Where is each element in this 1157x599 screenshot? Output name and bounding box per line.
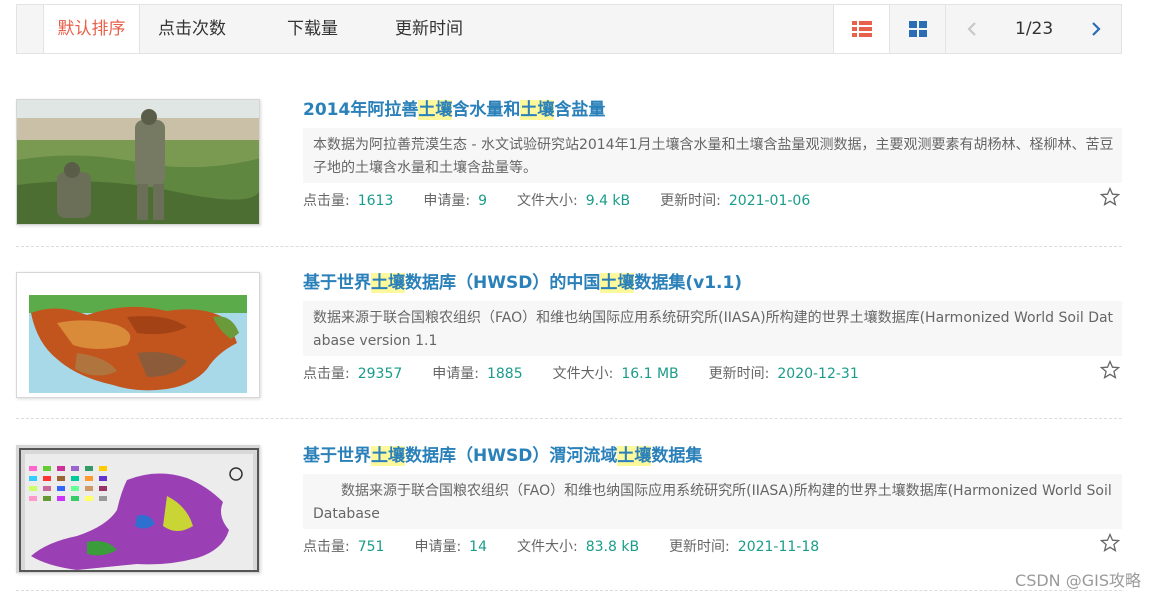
title-text: 数据集 (651, 446, 703, 466)
requests-label: 申请量: (432, 366, 479, 382)
clicks-label: 点击量: (303, 193, 350, 209)
title-text: 2014年阿拉善 (303, 100, 419, 120)
size-value: 9.4 kB (585, 193, 631, 209)
favorite-star-icon[interactable] (1100, 533, 1120, 553)
item-description: 数据来源于联合国粮农组织（FAO）和维也纳国际应用系统研究所(IIASA)所构建… (303, 474, 1122, 529)
requests-label: 申请量: (414, 539, 462, 555)
list-view-button[interactable] (833, 5, 889, 53)
item-title[interactable]: 基于世界土壤数据库（HWSD）渭河流域土壤数据集 (303, 445, 702, 467)
clicks-value: 29357 (357, 366, 403, 382)
title-text: 数据库（HWSD）渭河流域 (405, 446, 618, 466)
title-text: 基于世界 (303, 446, 371, 466)
size-value: 16.1 MB (621, 366, 679, 382)
requests-value: 1885 (486, 366, 523, 382)
item-description: 本数据为阿拉善荒漠生态 - 水文试验研究站2014年1月土壤含水量和土壤含盐量观… (303, 128, 1122, 183)
watermark-text: CSDN @GIS攻略 (1015, 571, 1141, 590)
field-photo-image (17, 100, 259, 224)
favorite-star-icon[interactable] (1100, 360, 1120, 380)
china-soil-map-image (17, 273, 259, 397)
sort-downloads[interactable]: 下载量 (275, 5, 350, 53)
sort-clicks[interactable]: 点击次数 (147, 5, 237, 53)
title-text: 含盐量 (554, 100, 606, 120)
updated-label: 更新时间: (669, 539, 730, 555)
sort-default[interactable]: 默认排序 (43, 5, 140, 53)
chevron-left-icon (967, 22, 976, 36)
size-value: 83.8 kB (585, 539, 640, 555)
title-text: 数据库（HWSD）的中国 (405, 273, 601, 293)
title-highlight: 土壤 (520, 100, 555, 120)
chevron-right-icon (1092, 22, 1101, 36)
sort-update-time[interactable]: 更新时间 (389, 5, 469, 53)
grid-view-icon (908, 21, 927, 37)
clicks-label: 点击量: (303, 366, 350, 382)
title-text: 含水量和 (452, 100, 521, 120)
title-text: 数据集(v1.1) (634, 273, 743, 293)
item-thumbnail[interactable] (16, 272, 260, 398)
updated-value: 2021-01-06 (728, 193, 811, 209)
page-indicator: 1/23 (1015, 19, 1054, 39)
clicks-value: 751 (357, 539, 385, 555)
item-meta: 点击量: 1613 申请量: 9 文件大小: 9.4 kB 更新时间: 2021-01-… (303, 190, 840, 210)
item-divider (16, 590, 1122, 591)
list-item: 2014年阿拉善土壤含水量和土壤含盐量 本数据为阿拉善荒漠生态 - 水文试验研究… (16, 99, 1122, 229)
list-view-icon (851, 21, 872, 37)
requests-value: 9 (478, 193, 487, 209)
title-highlight: 土壤 (617, 446, 652, 466)
requests-label: 申请量: (423, 193, 471, 209)
clicks-label: 点击量: (303, 539, 350, 555)
title-highlight: 土壤 (418, 100, 453, 120)
weihe-soil-map-image (17, 446, 259, 572)
updated-value: 2020-12-31 (777, 366, 859, 382)
item-title[interactable]: 2014年阿拉善土壤含水量和土壤含盐量 (303, 99, 605, 121)
title-text: 基于世界 (303, 273, 371, 293)
title-highlight: 土壤 (371, 273, 405, 293)
item-thumbnail[interactable] (16, 99, 260, 225)
next-page-button[interactable] (1081, 5, 1111, 53)
requests-value: 14 (469, 539, 487, 555)
item-meta: 点击量: 29357 申请量: 1885 文件大小: 16.1 MB 更新时间: 202… (303, 363, 889, 383)
updated-label: 更新时间: (708, 366, 770, 382)
item-title[interactable]: 基于世界土壤数据库（HWSD）的中国土壤数据集(v1.1) (303, 272, 742, 294)
item-divider (16, 418, 1122, 419)
favorite-star-icon[interactable] (1100, 187, 1120, 207)
item-description: 数据来源于联合国粮农组织（FAO）和维也纳国际应用系统研究所(IIASA)所构建… (303, 301, 1122, 356)
list-item: 基于世界土壤数据库（HWSD）渭河流域土壤数据集 数据来源于联合国粮农组织（FA… (16, 445, 1122, 575)
clicks-value: 1613 (357, 193, 394, 209)
size-label: 文件大小: (552, 366, 614, 382)
grid-view-button[interactable] (889, 5, 945, 53)
size-label: 文件大小: (517, 193, 578, 209)
item-divider (16, 246, 1122, 247)
title-highlight: 土壤 (600, 273, 635, 293)
item-meta: 点击量: 751 申请量: 14 文件大小: 83.8 kB 更新时间: 2021-11… (303, 536, 849, 556)
sort-toolbar: 默认排序 点击次数 下载量 更新时间 1/23 (16, 4, 1122, 54)
prev-page-button[interactable] (957, 5, 987, 53)
list-item: 基于世界土壤数据库（HWSD）的中国土壤数据集(v1.1) 数据来源于联合国粮农… (16, 272, 1122, 402)
updated-value: 2021-11-18 (737, 539, 820, 555)
title-highlight: 土壤 (371, 446, 405, 466)
item-thumbnail[interactable] (16, 445, 260, 573)
updated-label: 更新时间: (660, 193, 721, 209)
size-label: 文件大小: (517, 539, 578, 555)
